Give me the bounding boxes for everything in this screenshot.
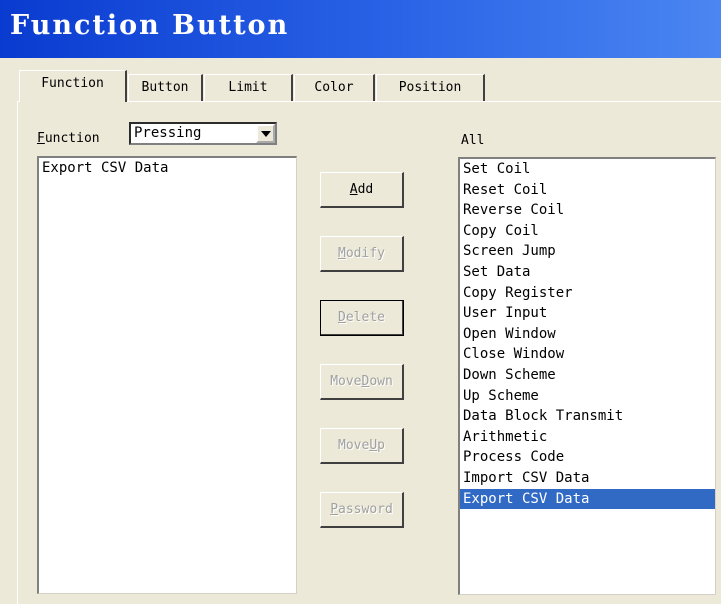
dropdown-button[interactable] [256,124,275,143]
all-list-item[interactable]: Reverse Coil [460,200,715,221]
add-button[interactable]: Add [320,172,404,208]
all-list-item[interactable]: Set Data [460,262,715,283]
function-list[interactable]: Export CSV Data [37,156,297,594]
all-list-item[interactable]: Set Coil [460,159,715,180]
all-list-item[interactable]: Copy Coil [460,221,715,242]
modify-button[interactable]: Modify [320,236,404,272]
title-bar: Function Button [0,0,721,58]
all-list-item[interactable]: Export CSV Data [460,488,715,510]
tab-function[interactable]: Function [19,70,127,102]
move-up-button[interactable]: Move Up [320,428,404,464]
all-list-item[interactable]: Screen Jump [460,241,715,262]
chevron-down-icon [260,130,271,137]
move-down-button[interactable]: Move Down [320,364,404,400]
all-list-item[interactable]: Arithmetic [460,427,715,448]
all-list-item[interactable]: Process Code [460,447,715,468]
tab-position[interactable]: Position [376,74,485,101]
all-list-item[interactable]: User Input [460,303,715,324]
all-list-item[interactable]: Copy Register [460,283,715,304]
all-list-item[interactable]: Close Window [460,344,715,365]
all-list-item[interactable]: Import CSV Data [460,468,715,489]
password-button[interactable]: Password [320,492,404,528]
function-list-item[interactable]: Export CSV Data [39,158,296,179]
function-select[interactable]: Pressing [129,122,277,145]
function-label: Function [37,131,100,146]
all-list-item[interactable]: Up Scheme [460,386,715,407]
function-select-value: Pressing [134,125,202,141]
all-list-item[interactable]: Data Block Transmit [460,406,715,427]
window-title: Function Button [10,10,290,41]
tab-limit[interactable]: Limit [204,74,293,101]
tab-button[interactable]: Button [128,74,203,101]
all-functions-list[interactable]: Set Coil Reset Coil Reverse Coil Copy Coil S… [458,157,716,595]
all-list-item[interactable]: Reset Coil [460,180,715,201]
tab-color[interactable]: Color [294,74,375,101]
all-list-item[interactable]: Open Window [460,324,715,345]
all-list-item[interactable]: Down Scheme [460,365,715,386]
all-label: All [461,133,485,148]
delete-button[interactable]: Delete [320,300,404,336]
